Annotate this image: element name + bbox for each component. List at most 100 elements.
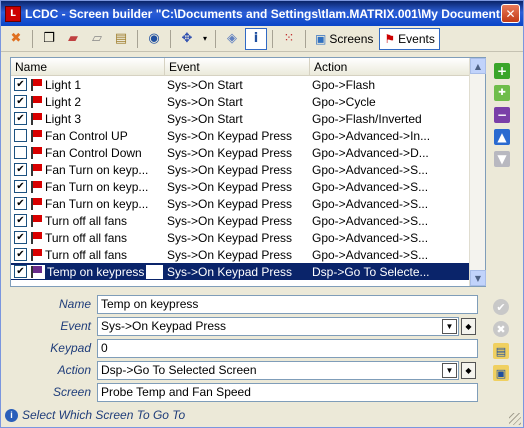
row-action: Gpo->Flash [312,77,376,92]
row-checkbox[interactable]: ✔ [14,265,27,278]
copy-icon[interactable]: ❐ [38,28,60,50]
row-checkbox[interactable]: ✔ [14,163,27,176]
event-dropdown-arrow-icon[interactable]: ▼ [442,318,457,334]
event-flag-icon [29,197,43,210]
row-event: Sys->On Keypad Press [167,145,293,160]
row-action: Gpo->Advanced->S... [312,230,429,245]
row-name: Fan Turn on keyp... [45,162,149,177]
keypad-label: Keypad [50,341,91,355]
scroll-down-icon[interactable]: ▼ [470,270,486,286]
event-select[interactable]: Sys->On Keypad Press ▼ [97,316,459,336]
event-flag-icon [29,214,43,227]
column-header-name[interactable]: Name [11,58,165,76]
list-item[interactable]: ✔ Fan Turn on keyp... Sys->On Keypad Press… [11,178,485,195]
resize-grip-icon[interactable] [509,413,521,425]
list-item[interactable]: Fan Control UP Sys->On Keypad Press Gpo->A… [11,127,485,144]
row-checkbox[interactable]: ✔ [14,95,27,108]
window-title: LCDC - Screen builder "C:\Documents and … [25,6,503,21]
row-name-cell: ✔ Turn off all fans [11,214,163,228]
list-item[interactable]: ✔ Turn off all fans Sys->On Keypad Press Gp… [11,212,485,229]
row-event: Sys->On Keypad Press [163,264,308,279]
list-item[interactable]: ✔ Light 3 Sys->On Start Gpo->Flash/Inverted [11,110,485,127]
events-label: Events [398,31,435,46]
row-action: Gpo->Flash/Inverted [312,111,422,126]
events-list[interactable]: Name Event Action ✔ Light 1 Sys->On Start G… [10,57,486,287]
row-checkbox[interactable]: ✔ [14,78,27,91]
move-up-icon[interactable]: ▲ [494,129,510,145]
row-checkbox[interactable]: ✔ [14,214,27,227]
info-toggle-icon[interactable]: i [245,27,267,50]
row-checkbox[interactable]: ✔ [14,231,27,244]
column-header-action[interactable]: Action [310,58,470,76]
event-flag-icon [29,112,43,125]
list-item[interactable]: ✔ Turn off all fans Sys->On Keypad Press Gp… [11,229,485,246]
scroll-up-icon[interactable]: ▲ [470,58,486,74]
save-icon[interactable]: ▣ [493,365,509,381]
list-item[interactable]: ✔ Turn off all fans Sys->On Keypad Press Gp… [11,246,485,263]
screen-row: Screen Probe Temp and Fan Speed [1,382,478,402]
lcdc-app-icon[interactable]: L [5,5,21,22]
scrollbar-track[interactable] [471,75,485,269]
title-bar[interactable]: L LCDC - Screen builder "C:\Documents an… [1,1,523,26]
row-name: Turn off all fans [45,213,128,228]
list-item[interactable]: ✔ Light 2 Sys->On Start Gpo->Cycle [11,93,485,110]
row-checkbox[interactable]: ✔ [14,180,27,193]
delete-icon[interactable]: ✖ [5,28,27,50]
action-row: Action Dsp->Go To Selected Screen ▼ ◆ [1,360,476,380]
close-button[interactable]: ✕ [501,4,520,23]
preview-eye-icon[interactable]: ◉ [143,28,165,50]
row-event: Sys->On Keypad Press [167,128,293,143]
eraser-icon[interactable]: ▰ [62,28,84,50]
row-checkbox[interactable]: ✔ [14,248,27,261]
action-select-value: Dsp->Go To Selected Screen [101,363,257,377]
load-icon[interactable]: ▤ [493,343,509,359]
add-event-icon[interactable]: + [494,63,510,79]
screen-select[interactable]: Probe Temp and Fan Speed [97,382,478,402]
move-down-icon[interactable]: ▼ [494,151,510,167]
property-side-buttons: ✔ ✖ ▤ ▣ [493,299,511,381]
row-event: Sys->On Keypad Press [167,196,293,211]
tools-icon[interactable]: ✥ [176,28,198,50]
duplicate-event-icon[interactable]: ✚ [494,85,510,101]
column-header-event[interactable]: Event [165,58,310,76]
paste-icon[interactable]: ▤ [110,28,132,50]
row-name: Light 3 [45,111,82,126]
action-more-icon[interactable]: ◆ [461,361,476,379]
row-name: Light 1 [45,77,82,92]
row-checkbox[interactable] [14,146,27,159]
row-name: Fan Control UP [45,128,128,143]
list-item[interactable]: ✔ Light 1 Sys->On Start Gpo->Flash [11,76,485,93]
row-checkbox[interactable] [14,129,27,142]
keypad-input[interactable]: 0 [97,338,478,358]
event-flag-icon [29,146,43,159]
remove-event-icon[interactable]: − [494,107,510,123]
name-input[interactable]: Temp on keypress [97,294,478,314]
row-checkbox[interactable]: ✔ [14,197,27,210]
action-select[interactable]: Dsp->Go To Selected Screen ▼ [97,360,459,380]
toolbar-separator [305,29,306,48]
event-flag-icon [29,248,43,261]
row-name-cell: Fan Control Down [11,146,163,160]
row-event: Sys->On Keypad Press [167,230,293,245]
grid-icon[interactable]: ⁙ [278,28,300,50]
list-item[interactable]: ✔ Fan Turn on keyp... Sys->On Keypad Press… [11,161,485,178]
action-dropdown-arrow-icon[interactable]: ▼ [442,362,457,378]
row-action: Gpo->Advanced->S... [312,213,429,228]
vertical-scrollbar[interactable]: ▲ ▼ [469,58,486,286]
list-item[interactable]: Fan Control Down Sys->On Keypad Press Gpo-… [11,144,485,161]
apply-check-icon[interactable]: ✔ [493,299,509,315]
row-name: Fan Turn on keyp... [45,196,149,211]
events-button[interactable]: ⚑ Events [379,27,440,50]
link-icon[interactable]: ◈ [221,28,243,50]
list-item[interactable]: ✔ Temp on keypress Sys->On Keypad Press Dsp… [11,263,485,280]
screens-button[interactable]: ▣ Screens [311,28,377,50]
tools-dropdown-icon[interactable]: ▾ [200,28,210,50]
event-more-icon[interactable]: ◆ [461,317,476,335]
row-name-cell: ✔ Light 1 [11,78,163,92]
list-item[interactable]: ✔ Fan Turn on keyp... Sys->On Keypad Press… [11,195,485,212]
row-action: Gpo->Advanced->D... [312,145,429,160]
clear-icon[interactable]: ▱ [86,28,108,50]
row-checkbox[interactable]: ✔ [14,112,27,125]
event-row: Event Sys->On Keypad Press ▼ ◆ [1,316,476,336]
cancel-x-icon[interactable]: ✖ [493,321,509,337]
